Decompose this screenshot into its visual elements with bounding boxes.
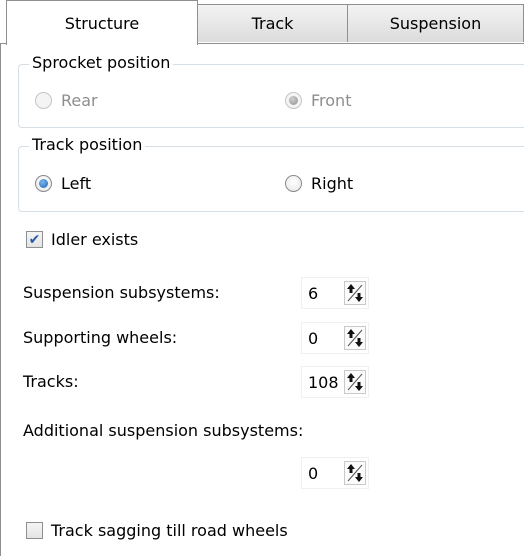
spin-arrows-icon[interactable] [344, 370, 366, 394]
spin-arrows-icon[interactable] [344, 326, 366, 350]
sprocket-rear-label: Rear [61, 91, 98, 110]
tracks-spinner[interactable]: 108 [301, 366, 369, 398]
track-sagging-label: Track sagging till road wheels [51, 521, 288, 540]
track-position-group: Track position [18, 134, 524, 212]
tab-structure[interactable]: Structure [6, 0, 198, 45]
sprocket-rear-radio[interactable]: Rear [35, 91, 98, 110]
supporting-wheels-label: Supporting wheels: [23, 328, 178, 347]
sprocket-front-label: Front [311, 91, 352, 110]
tab-structure-label: Structure [64, 13, 140, 33]
checkmark-icon: ✔ [26, 231, 43, 248]
idler-exists-checkbox[interactable]: ✔ Idler exists [26, 230, 138, 249]
additional-suspension-spinner[interactable]: 0 [301, 457, 369, 489]
suspension-subsystems-label: Suspension subsystems: [23, 283, 220, 302]
supporting-wheels-value[interactable]: 0 [308, 328, 318, 350]
track-right-label: Right [311, 174, 354, 193]
radio-unchecked-icon [285, 175, 302, 192]
tab-track-label: Track [251, 14, 294, 33]
track-left-label: Left [61, 174, 92, 193]
tracks-label: Tracks: [23, 372, 79, 391]
tracks-value[interactable]: 108 [308, 372, 339, 394]
suspension-subsystems-value[interactable]: 6 [308, 283, 318, 305]
idler-exists-label: Idler exists [51, 230, 139, 249]
supporting-wheels-spinner[interactable]: 0 [301, 322, 369, 354]
tab-track[interactable]: Track [197, 4, 348, 42]
sprocket-position-title: Sprocket position [29, 52, 174, 74]
sprocket-front-radio[interactable]: Front [285, 91, 351, 110]
structure-panel: Sprocket position Rear Front Track posit… [0, 44, 524, 556]
radio-unchecked-icon [35, 92, 52, 109]
tab-suspension[interactable]: Suspension [347, 4, 524, 42]
track-left-radio[interactable]: Left [35, 174, 91, 193]
tab-strip: Structure Track Suspension [0, 0, 524, 45]
spin-arrows-icon[interactable] [344, 461, 366, 485]
suspension-subsystems-spinner[interactable]: 6 [301, 277, 369, 309]
additional-suspension-value[interactable]: 0 [308, 463, 318, 485]
additional-suspension-label: Additional suspension subsystems: [23, 421, 304, 440]
track-right-radio[interactable]: Right [285, 174, 353, 193]
checkbox-unchecked-icon [26, 522, 43, 539]
track-sagging-checkbox[interactable]: Track sagging till road wheels [26, 521, 288, 540]
track-position-title: Track position [29, 134, 146, 156]
spin-arrows-icon[interactable] [344, 281, 366, 305]
radio-checked-icon [285, 92, 302, 109]
radio-checked-icon [35, 175, 52, 192]
tab-suspension-label: Suspension [389, 14, 482, 33]
